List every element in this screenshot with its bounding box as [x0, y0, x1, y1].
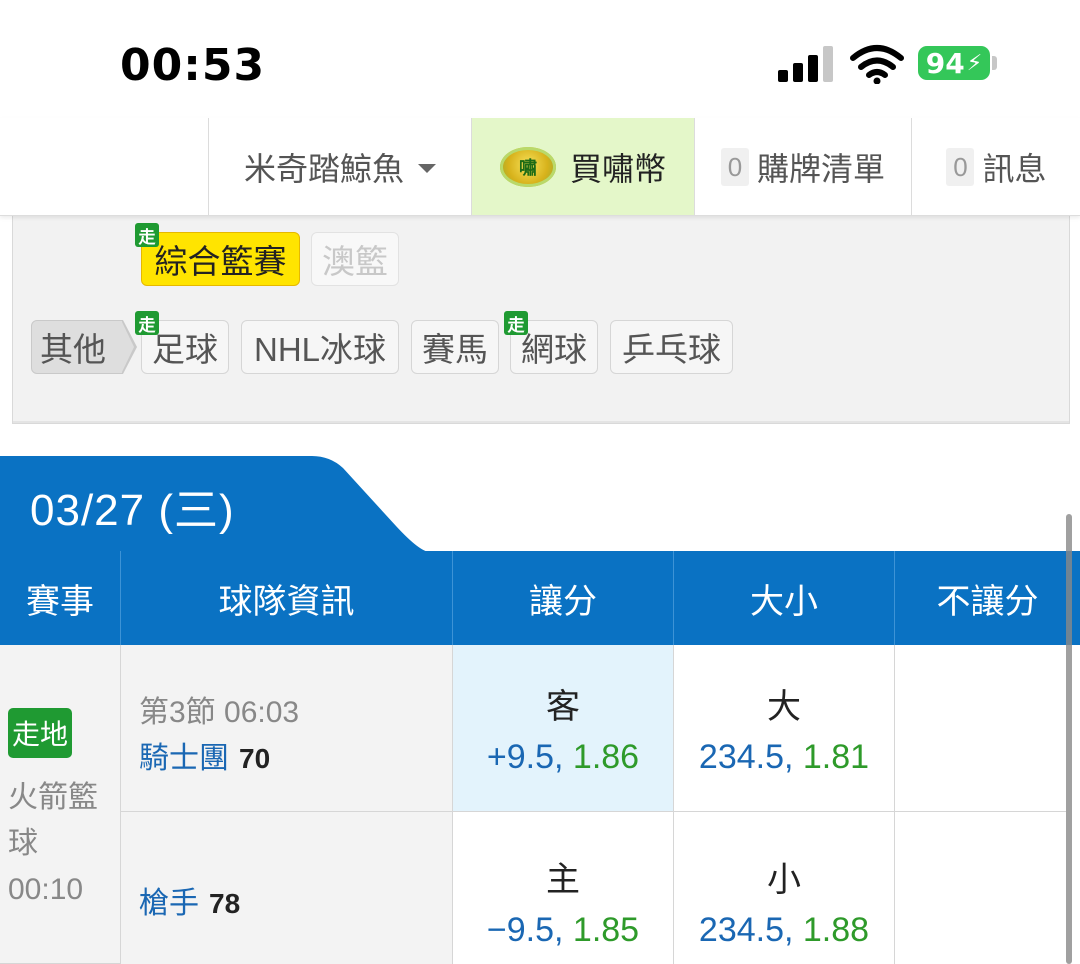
username: 米奇踏鯨魚 — [243, 150, 404, 187]
odds-value: −9.5, 1.85 — [487, 911, 639, 950]
chevron-right-icon-inner — [122, 322, 134, 372]
team-info-home: 槍手 78 — [120, 812, 452, 964]
buy-coin-label: 買嘯幣 — [569, 150, 666, 187]
sport-chip-aus-basketball[interactable]: 澳籃 — [311, 232, 399, 286]
odds-value: 234.5, 1.88 — [699, 911, 869, 950]
odds-total-over[interactable]: 大 234.5, 1.81 — [673, 645, 894, 812]
odds-line: −9.5, — [486, 911, 564, 949]
sport-chip-label: 乒乓球 — [622, 331, 721, 368]
header-team-info: 球隊資訊 — [120, 551, 452, 645]
odds-value: +9.5, 1.86 — [487, 738, 639, 777]
sport-chip-label: 澳籃 — [322, 243, 388, 280]
sport-chip-label: NHL冰球 — [253, 331, 387, 368]
coin-icon-text: 嘯 — [518, 157, 537, 178]
top-nav: 米奇踏鯨魚 嘯 買嘯幣 0 購牌清單 0 訊息 — [0, 118, 1080, 216]
battery-icon: 94 ⚡ — [918, 46, 990, 80]
battery-level: 94 — [925, 46, 965, 80]
odds-side: 大 — [767, 688, 801, 726]
odds-price: 1.88 — [802, 911, 870, 949]
team-away: 騎士團 70 — [139, 733, 270, 777]
live-badge: 走 — [504, 311, 528, 335]
date-label: 03/27 (三) — [30, 486, 235, 535]
sport-chip-table-tennis[interactable]: 乒乓球 — [610, 320, 733, 374]
team-name: 槍手 — [139, 887, 199, 920]
sport-chip-nhl-hockey[interactable]: NHL冰球 — [241, 320, 399, 374]
battery-nub — [992, 56, 997, 70]
odds-line: 234.5, — [698, 738, 794, 776]
sport-chip-label: 賽馬 — [422, 331, 488, 368]
team-name: 騎士團 — [139, 742, 229, 775]
odds-table-header: 賽事 球隊資訊 讓分 大小 不讓分 — [0, 551, 1080, 645]
sport-chip-basketball[interactable]: 綜合籃賽 — [141, 232, 300, 286]
odds-side: 主 — [546, 861, 580, 899]
message-count-badge: 0 — [946, 147, 975, 186]
odds-price: 1.85 — [572, 911, 640, 949]
ticket-list-button[interactable]: 0 購牌清單 — [694, 118, 911, 215]
league-name: 火箭籃球 — [8, 781, 98, 860]
odds-spread-home[interactable]: 主 −9.5, 1.85 — [452, 812, 673, 964]
odds-side: 客 — [546, 688, 580, 726]
ticket-list-label: 購牌清單 — [756, 150, 885, 187]
header-spread: 讓分 — [452, 551, 673, 645]
buy-coin-button[interactable]: 嘯 買嘯幣 — [471, 118, 694, 215]
chevron-down-icon — [418, 164, 436, 173]
odds-moneyline-home[interactable] — [894, 812, 1066, 964]
odds-side: 小 — [767, 861, 801, 899]
odds-price: 1.86 — [572, 738, 640, 776]
team-info-away: 第3節 06:03 騎士團 70 — [120, 645, 452, 812]
sport-chip-horse-racing[interactable]: 賽馬 — [411, 320, 499, 374]
game-period: 第3節 06:03 — [139, 696, 300, 729]
live-badge: 走 — [135, 223, 159, 247]
other-label-text: 其他 — [40, 331, 106, 368]
status-bar: 00:53 94 ⚡ — [0, 0, 1080, 118]
user-menu[interactable]: 米奇踏鯨魚 — [208, 118, 471, 215]
event-time: 00:10 — [8, 873, 84, 906]
live-badge: 走 — [135, 311, 159, 335]
sport-chip-label: 網球 — [521, 331, 587, 368]
messages-label: 訊息 — [982, 150, 1047, 187]
odds-total-under[interactable]: 小 234.5, 1.88 — [673, 812, 894, 964]
odds-value: 234.5, 1.81 — [699, 738, 869, 777]
cart-count-badge: 0 — [720, 147, 749, 186]
header-total: 大小 — [673, 551, 894, 645]
other-sports-label: 其他 — [31, 320, 123, 374]
cellular-signal-icon — [778, 46, 833, 82]
sport-chip-label: 足球 — [152, 331, 218, 368]
odds-line: 234.5, — [698, 911, 794, 949]
status-time: 00:53 — [120, 40, 266, 91]
team-home: 槍手 78 — [139, 878, 240, 922]
odds-price: 1.81 — [802, 738, 870, 776]
header-event: 賽事 — [26, 582, 94, 621]
wifi-icon — [850, 45, 904, 84]
header-moneyline: 不讓分 — [894, 551, 1080, 645]
team-score: 70 — [239, 743, 271, 774]
sport-chip-label: 綜合籃賽 — [154, 243, 287, 280]
odds-spread-away[interactable]: 客 +9.5, 1.86 — [452, 645, 673, 812]
scrollbar[interactable] — [1066, 514, 1072, 964]
odds-line: +9.5, — [486, 738, 564, 776]
odds-moneyline-away[interactable] — [894, 645, 1066, 812]
team-score: 78 — [209, 888, 241, 919]
messages-button[interactable]: 0 訊息 — [911, 118, 1080, 215]
event-cell: 走地 火箭籃球 00:10 — [0, 645, 120, 964]
coin-icon: 嘯 — [499, 146, 556, 187]
live-tag: 走地 — [8, 708, 72, 758]
sport-selector: 綜合籃賽 走 澳籃 其他 足球 走 NHL冰球 賽馬 網球 走 乒乓球 — [12, 215, 1070, 424]
